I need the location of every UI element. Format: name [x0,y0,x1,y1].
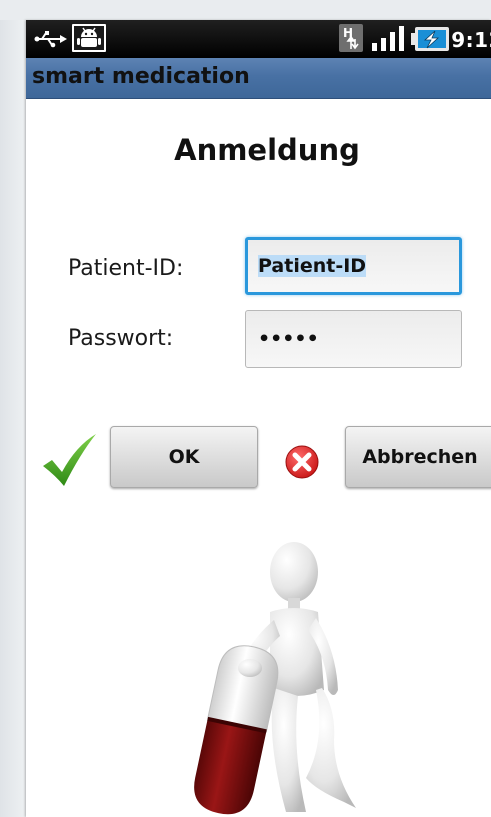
signal-icon [370,26,410,56]
usb-icon [34,29,68,53]
hsdpa-icon: H [339,24,363,56]
status-time: 9:12 [451,28,491,52]
password-input[interactable]: ••••• [245,310,462,368]
phone-screen: H 9:12 smart medication [26,20,491,817]
patient-id-input[interactable]: Patient-ID [245,237,462,295]
patient-id-value: Patient-ID [258,255,367,277]
checkmark-icon [40,432,98,494]
title-bar: smart medication [26,58,491,99]
status-bar: H 9:12 [26,20,491,58]
password-label: Passwort: [68,326,174,351]
android-debug-icon [72,24,106,56]
cancel-x-icon [284,444,320,484]
ok-button[interactable]: OK [110,426,258,488]
app-title: smart medication [32,64,250,89]
battery-charging-icon [411,26,451,56]
patient-id-label: Patient-ID: [68,256,184,281]
page-title: Anmeldung [174,133,360,167]
cancel-button[interactable]: Abbrechen [345,426,491,488]
figure-with-pill-illustration [166,540,376,817]
password-value: ••••• [258,328,319,350]
window-gutter-left [0,0,26,817]
window-gutter-top [0,0,491,20]
